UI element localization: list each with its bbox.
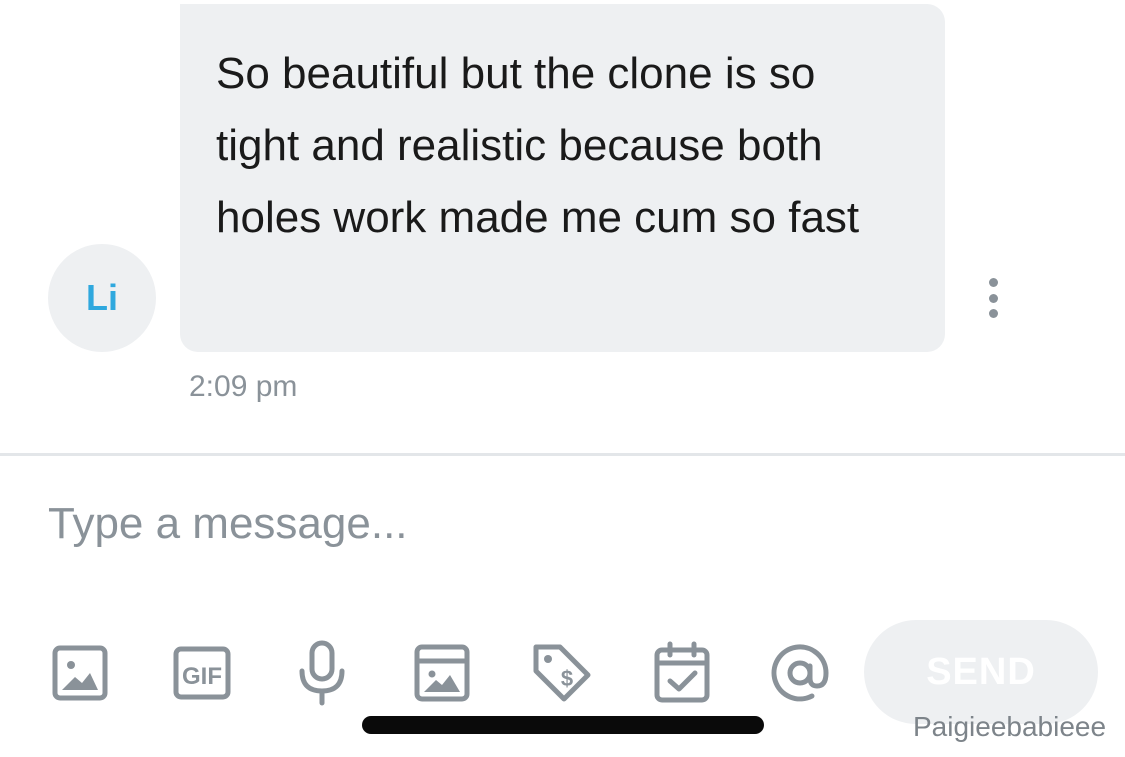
avatar[interactable]: Li	[48, 244, 156, 352]
image-icon[interactable]	[48, 638, 112, 708]
microphone-icon[interactable]	[290, 638, 354, 708]
dot	[988, 278, 998, 287]
price-tag-icon[interactable]: $	[530, 638, 594, 708]
more-vertical-icon[interactable]	[974, 278, 1012, 318]
send-button[interactable]: SEND	[864, 620, 1098, 724]
dot	[988, 293, 998, 303]
composer-divider	[0, 453, 1125, 456]
schedule-calendar-icon[interactable]	[650, 638, 714, 708]
message-input[interactable]	[48, 492, 1078, 556]
mention-icon[interactable]	[768, 638, 832, 708]
svg-text:$: $	[561, 666, 573, 691]
message-text: So beautiful but the clone is so tight a…	[216, 49, 860, 242]
vault-media-icon[interactable]	[410, 638, 474, 708]
home-indicator[interactable]	[362, 716, 764, 734]
watermark: Paigieebabieee	[913, 711, 1107, 742]
message-timestamp: 2:09 pm	[189, 370, 298, 403]
gif-icon[interactable]: GIF	[170, 638, 234, 708]
dot	[988, 309, 998, 318]
avatar-initials: Li	[86, 277, 118, 318]
message-bubble[interactable]: So beautiful but the clone is so tight a…	[180, 4, 945, 352]
gif-label: GIF	[182, 663, 222, 690]
